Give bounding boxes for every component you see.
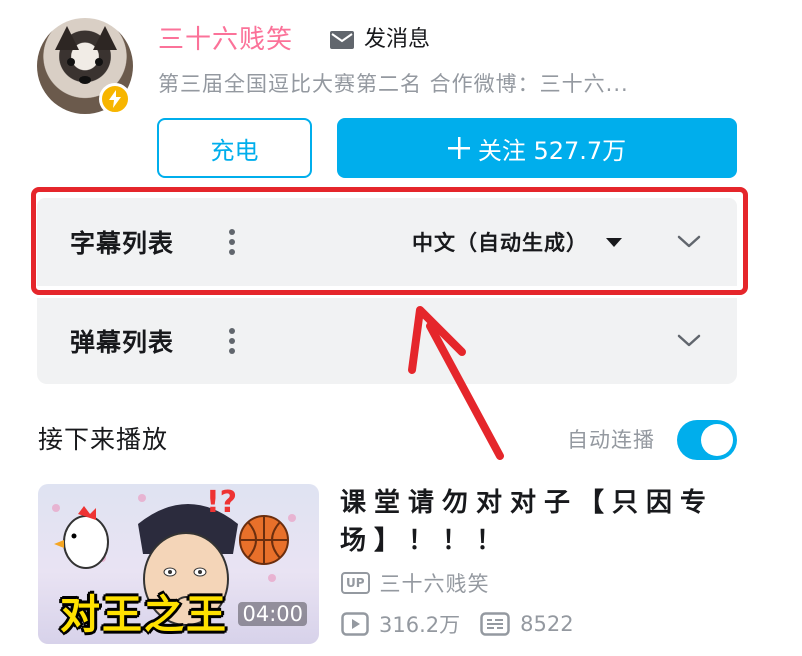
uploader-bio: 第三届全国逗比大赛第二名 合作微博：三十六... xyxy=(158,72,629,96)
danmaku-list-panel[interactable]: 弹幕列表 xyxy=(37,298,737,384)
subtitle-list-title: 字幕列表 xyxy=(70,229,175,258)
up-badge-icon: UP xyxy=(341,572,370,594)
send-message-button[interactable]: 发消息 xyxy=(330,24,430,56)
subtitle-language-select[interactable]: 中文（自动生成） xyxy=(412,227,622,257)
danmaku-icon xyxy=(480,612,510,636)
up-next-title: 接下来播放 xyxy=(38,425,169,454)
video-thumbnail[interactable]: !? 对王之王 04:00 xyxy=(38,484,319,644)
send-message-label: 发消息 xyxy=(364,27,431,52)
subtitle-language-value: 中文（自动生成） xyxy=(412,231,588,255)
mail-icon xyxy=(330,31,354,49)
uploader-name[interactable]: 三十六贱笑 xyxy=(158,22,293,58)
video-duration: 04:00 xyxy=(238,602,307,626)
svg-text:!?: !? xyxy=(206,485,237,520)
plus-icon xyxy=(447,137,470,159)
charge-button[interactable]: 充电 xyxy=(157,118,312,178)
danmaku-list-title: 弹幕列表 xyxy=(70,328,175,357)
subtitle-list-panel[interactable]: 字幕列表 中文（自动生成） xyxy=(37,198,737,286)
charge-label: 充电 xyxy=(210,136,259,165)
video-uploader-name: 三十六贱笑 xyxy=(379,572,490,596)
danmaku-count: 8522 xyxy=(520,612,574,636)
follow-label: 关注 527.7万 xyxy=(477,136,627,165)
chevron-down-icon[interactable] xyxy=(677,334,701,348)
thumbnail-caption: 对王之王 xyxy=(60,592,228,638)
caret-down-icon xyxy=(606,237,622,247)
chevron-down-icon[interactable] xyxy=(677,235,701,249)
play-icon xyxy=(341,612,369,636)
video-stats: 316.2万 8522 xyxy=(341,609,574,639)
follow-button[interactable]: 关注 527.7万 xyxy=(337,118,737,178)
autoplay-toggle[interactable] xyxy=(677,420,737,460)
video-title[interactable]: 课堂请勿对对子【只因专场】！！！ xyxy=(340,484,740,560)
more-vertical-icon[interactable] xyxy=(229,328,235,354)
view-count: 316.2万 xyxy=(379,613,461,637)
autoplay-label: 自动连播 xyxy=(567,428,655,452)
video-uploader-row[interactable]: UP 三十六贱笑 xyxy=(341,568,490,598)
more-vertical-icon[interactable] xyxy=(229,229,235,255)
bolt-icon xyxy=(99,83,131,115)
